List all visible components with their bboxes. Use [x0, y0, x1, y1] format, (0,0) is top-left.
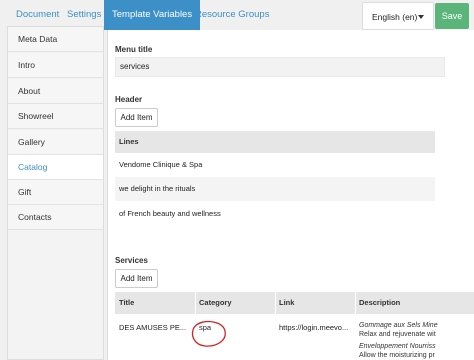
language-select[interactable]: English (en) — [362, 2, 434, 30]
template-variable-categories: Meta Data Intro About Showreel Gallery C… — [7, 26, 104, 360]
column-header-description: Description — [359, 298, 401, 307]
services-add-item-button[interactable]: Add Item — [115, 269, 158, 288]
sidebar-item-about[interactable]: About — [8, 79, 103, 104]
services-table-header: Title Category Link Description — [115, 292, 474, 314]
header-label: Header — [115, 95, 143, 104]
column-divider — [355, 292, 356, 314]
header-add-item-button[interactable]: Add Item — [115, 108, 158, 127]
table-row[interactable]: of French beauty and wellness — [115, 202, 435, 226]
table-row[interactable]: we delight in the rituals — [115, 177, 435, 201]
menu-title-input[interactable]: services — [115, 57, 445, 77]
service-description-line: Relax and rejuvenate wit — [359, 331, 436, 338]
column-header-link: Link — [279, 298, 295, 307]
save-button[interactable]: Save — [435, 3, 469, 29]
table-row[interactable]: Vendome Clinique & Spa — [115, 153, 435, 177]
service-description-line: Enveloppement Nourriss — [359, 343, 436, 350]
caret-down-icon — [418, 15, 424, 19]
menu-title-label: Menu title — [115, 45, 153, 54]
services-label: Services — [115, 256, 148, 265]
service-description-line: Allow the moisturizing pr — [359, 352, 435, 359]
column-divider — [195, 292, 196, 314]
lines-column-header: Lines — [115, 131, 435, 153]
service-description-line: Gommage aux Sels Mine — [359, 322, 438, 329]
annotation-circle — [191, 320, 226, 347]
column-divider — [275, 292, 276, 314]
tab-resource-groups[interactable]: Resource Groups — [195, 0, 269, 30]
service-link-cell: https://login.meevo... — [279, 323, 349, 332]
column-header-title: Title — [119, 298, 135, 307]
sidebar-item-meta-data[interactable]: Meta Data — [8, 27, 103, 52]
language-selected-value: English (en) — [372, 12, 418, 22]
table-row[interactable]: DES AMUSES PE... spa https://login.meevo… — [115, 314, 474, 360]
template-variables-panel: Menu title services Header Add Item Line… — [107, 30, 474, 360]
sidebar-item-intro[interactable]: Intro — [8, 53, 103, 78]
sidebar-item-showreel[interactable]: Showreel — [8, 104, 103, 129]
service-title-cell: DES AMUSES PE... — [119, 323, 187, 332]
column-header-category: Category — [199, 298, 232, 307]
sidebar-item-gallery[interactable]: Gallery — [8, 130, 103, 155]
sidebar-item-catalog[interactable]: Catalog — [8, 155, 103, 180]
sidebar-item-contacts[interactable]: Contacts — [8, 205, 103, 230]
tab-template-variables[interactable]: Template Variables — [104, 0, 201, 30]
sidebar-item-gift[interactable]: Gift — [8, 180, 103, 205]
